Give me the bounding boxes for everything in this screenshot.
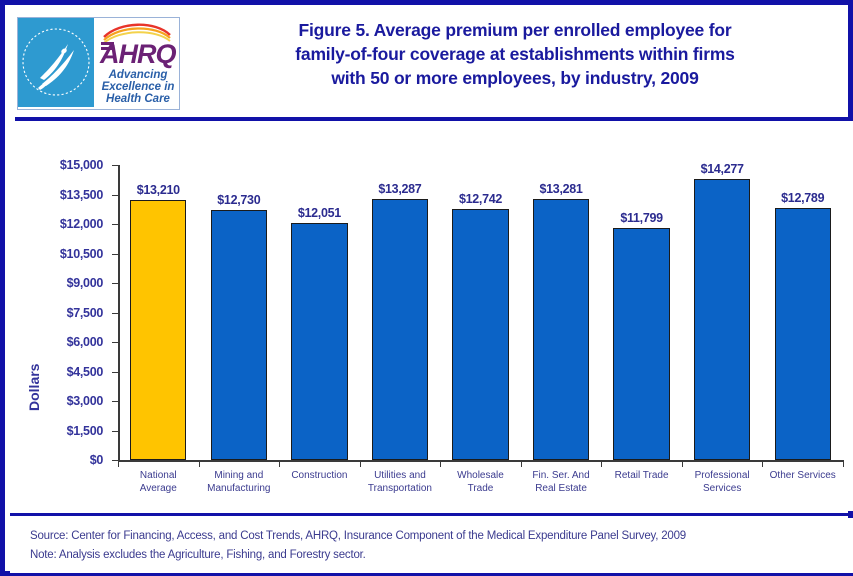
analysis-note: Note: Analysis excludes the Agriculture,…	[30, 549, 366, 561]
y-tick: $10,500	[60, 247, 119, 261]
x-axis-label-line: National	[139, 470, 177, 481]
bar-value-label: $13,287	[378, 181, 422, 196]
x-tick	[279, 460, 281, 467]
y-tick-label: $12,000	[59, 217, 103, 231]
ahrq-logo: AHRQ Advancing Excellence in Health Care	[17, 17, 180, 110]
bar-value-label: $14,277	[700, 162, 744, 177]
chart-area: Dollars $15,000 $13,500 $12,000 $10,500 $9,0…	[10, 121, 853, 511]
x-tick	[520, 460, 522, 467]
x-axis-label: Wholesale Trade	[434, 470, 527, 495]
bar-value-label: $12,789	[781, 191, 825, 206]
y-tick: $1,500	[67, 424, 119, 438]
x-axis-label-line: Fin. Ser. And	[532, 470, 590, 481]
y-tick-label: $10,500	[59, 246, 103, 261]
x-axis-label-line: Other Services	[769, 470, 836, 481]
y-tick-label: $13,500	[59, 187, 103, 202]
footer-divider	[10, 513, 853, 516]
figure-page: AHRQ Advancing Excellence in Health Care…	[0, 0, 853, 576]
x-tick	[359, 460, 361, 467]
page-title: Figure 5. Average premium per enrolled e…	[185, 18, 845, 90]
hhs-seal-icon	[18, 18, 94, 107]
bar	[693, 179, 751, 460]
y-tick-label: $4,500	[66, 364, 104, 379]
bar-value-label: $13,210	[136, 183, 180, 198]
bar	[532, 198, 590, 460]
x-axis-label: National Average	[112, 470, 205, 495]
y-tick-label: $3,000	[66, 394, 104, 408]
figure-header: AHRQ Advancing Excellence in Health Care…	[10, 10, 853, 124]
y-tick-label: $7,500	[66, 305, 104, 320]
svg-text:Advancing: Advancing	[108, 69, 168, 81]
svg-text:Excellence in: Excellence in	[102, 81, 175, 93]
y-tick: $3,000	[67, 394, 119, 408]
x-axis-label-line: Services	[702, 482, 742, 494]
x-axis-label: Professional Services	[676, 470, 769, 495]
bar	[774, 208, 831, 460]
y-tick-label: $0	[89, 453, 104, 467]
x-tick	[198, 460, 200, 467]
x-axis-label-line: Mining and	[214, 470, 264, 481]
x-tick	[601, 460, 603, 467]
bar	[291, 223, 348, 460]
x-axis-label-line: Professional	[694, 470, 750, 481]
x-axis-label: Utilities and Transportation	[354, 470, 447, 495]
x-axis-label-line: Transportation	[367, 482, 432, 494]
figure-footer: Source: Center for Financing, Access, an…	[10, 518, 853, 573]
ahrq-wordmark: AHRQ Advancing Excellence in Health Care	[94, 18, 179, 107]
y-tick: $7,500	[67, 306, 119, 320]
bar	[130, 200, 187, 460]
x-axis-label-line: Construction	[291, 470, 348, 481]
x-axis-label-line: Retail Trade	[614, 470, 669, 481]
y-tick-label: $9,000	[66, 276, 104, 290]
x-tick	[762, 460, 764, 467]
title-line-1: Figure 5. Average premium per enrolled e…	[298, 20, 732, 40]
y-tick: $4,500	[67, 365, 119, 379]
y-tick-label: $1,500	[66, 423, 104, 438]
bar-value-label: $12,742	[458, 192, 503, 207]
x-axis-label-line: Average	[139, 482, 177, 494]
y-tick-label: $15,000	[59, 158, 103, 172]
source-note: Source: Center for Financing, Access, an…	[30, 530, 687, 542]
plot-area: $15,000 $13,500 $12,000 $10,500 $9,000 $7,500…	[60, 158, 844, 494]
bar-value-label: $12,051	[297, 205, 341, 220]
x-axis-label-line: Wholesale	[457, 470, 504, 481]
x-tick	[843, 460, 844, 467]
bar	[210, 209, 267, 460]
y-tick: $12,000	[60, 217, 119, 231]
bar	[452, 209, 509, 460]
x-axis-label-line: Real Estate	[535, 482, 587, 494]
title-line-2: family-of-four coverage at establishment…	[295, 44, 735, 64]
x-axis-label-line: Utilities and	[374, 470, 426, 481]
x-axis-label-line: Trade	[467, 482, 494, 494]
x-axis-label: Retail Trade	[595, 470, 688, 483]
x-axis-line	[118, 460, 843, 462]
bar	[371, 198, 429, 460]
x-axis-label: Construction	[273, 470, 366, 483]
y-axis-title: Dollars	[26, 363, 42, 411]
bar-value-label: $13,281	[539, 181, 583, 196]
x-axis-label-line: Manufacturing	[207, 482, 271, 494]
y-tick-label: $6,000	[66, 335, 104, 349]
bar-value-label: $12,730	[217, 192, 261, 207]
bar-value-label: $11,799	[620, 210, 663, 225]
x-tick	[681, 460, 683, 467]
svg-text:Health Care: Health Care	[106, 93, 171, 105]
x-axis-label: Mining and Manufacturing	[193, 470, 286, 495]
x-tick	[118, 460, 119, 467]
y-tick: $9,000	[67, 276, 119, 290]
bar	[613, 227, 670, 460]
title-line-3: with 50 or more employees, by industry, …	[331, 68, 699, 88]
x-axis-label: Other Services	[756, 470, 849, 483]
y-tick: $15,000	[60, 158, 119, 172]
y-tick: $6,000	[67, 335, 119, 349]
x-axis-label: Fin. Ser. And Real Estate	[515, 470, 608, 495]
x-tick	[440, 460, 442, 467]
